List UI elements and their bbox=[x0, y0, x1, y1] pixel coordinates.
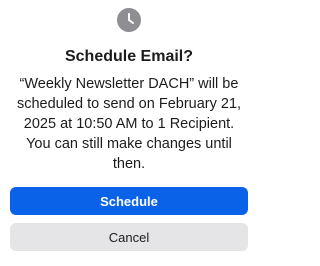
clock-icon bbox=[117, 8, 141, 32]
dialog-title: Schedule Email? bbox=[64, 48, 194, 65]
dialog-message: “Weekly Newsletter DACH” will be schedul… bbox=[16, 76, 242, 172]
schedule-button[interactable]: Schedule bbox=[10, 187, 248, 215]
cancel-button[interactable]: Cancel bbox=[10, 223, 248, 251]
schedule-email-dialog: Schedule Email? “Weekly Newsletter DACH”… bbox=[0, 0, 258, 266]
